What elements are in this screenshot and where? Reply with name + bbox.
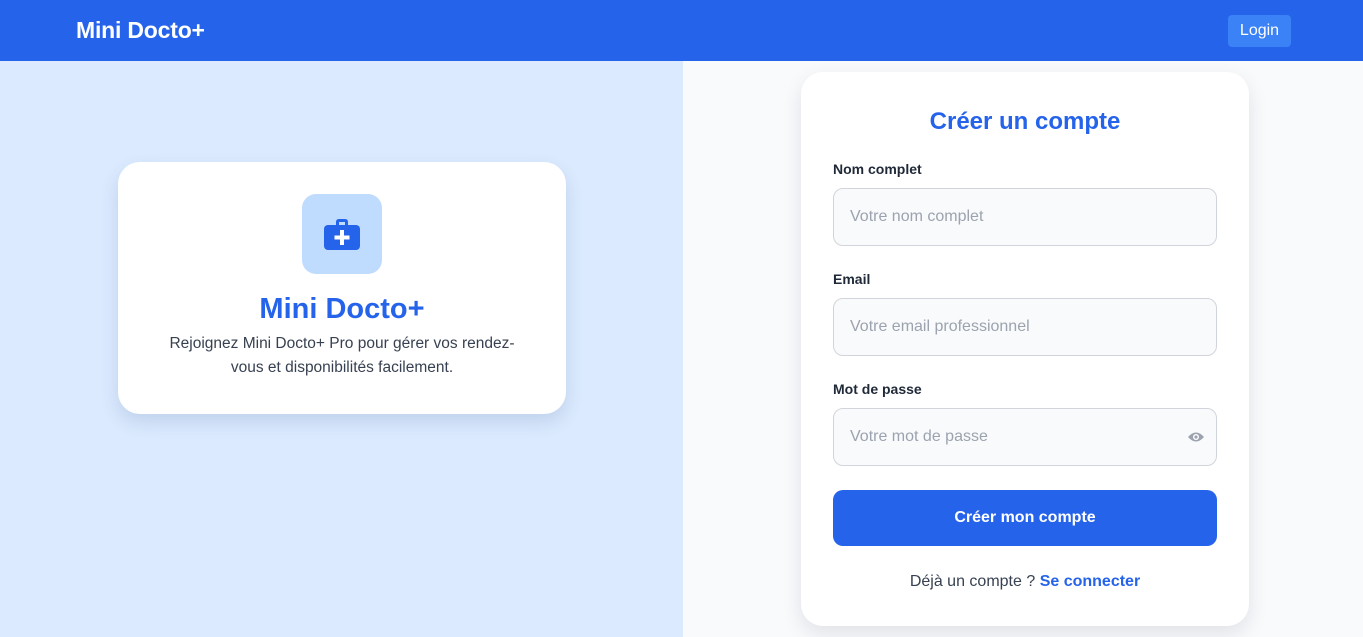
intro-description: Rejoignez Mini Docto+ Pro pour gérer vos… bbox=[169, 335, 515, 376]
password-input[interactable] bbox=[833, 408, 1217, 466]
login-button[interactable]: Login bbox=[1228, 14, 1291, 47]
medical-briefcase-icon bbox=[324, 219, 360, 250]
intro-card: Mini Docto+ Rejoignez Mini Docto+ Pro po… bbox=[118, 162, 566, 414]
email-input[interactable] bbox=[833, 298, 1217, 356]
create-account-button[interactable]: Créer mon compte bbox=[833, 490, 1217, 546]
brand-logo[interactable]: Mini Docto+ bbox=[76, 17, 205, 44]
intro-title: Mini Docto+ bbox=[259, 293, 425, 325]
login-link[interactable]: Se connecter bbox=[1040, 573, 1140, 590]
full-name-label: Nom complet bbox=[833, 161, 922, 177]
login-prompt: Déjà un compte ? Se connecter bbox=[801, 573, 1249, 591]
intro-icon-container bbox=[302, 194, 382, 274]
eye-icon[interactable] bbox=[1187, 431, 1205, 443]
password-label: Mot de passe bbox=[833, 381, 922, 397]
signup-form-card: Créer un compte Nom complet Email Mot de… bbox=[801, 72, 1249, 626]
top-navbar: Mini Docto+ Login bbox=[0, 0, 1363, 61]
full-name-input[interactable] bbox=[833, 188, 1217, 246]
form-title: Créer un compte bbox=[929, 108, 1121, 135]
login-prompt-text: Déjà un compte ? bbox=[909, 573, 1036, 590]
email-label: Email bbox=[833, 271, 871, 287]
